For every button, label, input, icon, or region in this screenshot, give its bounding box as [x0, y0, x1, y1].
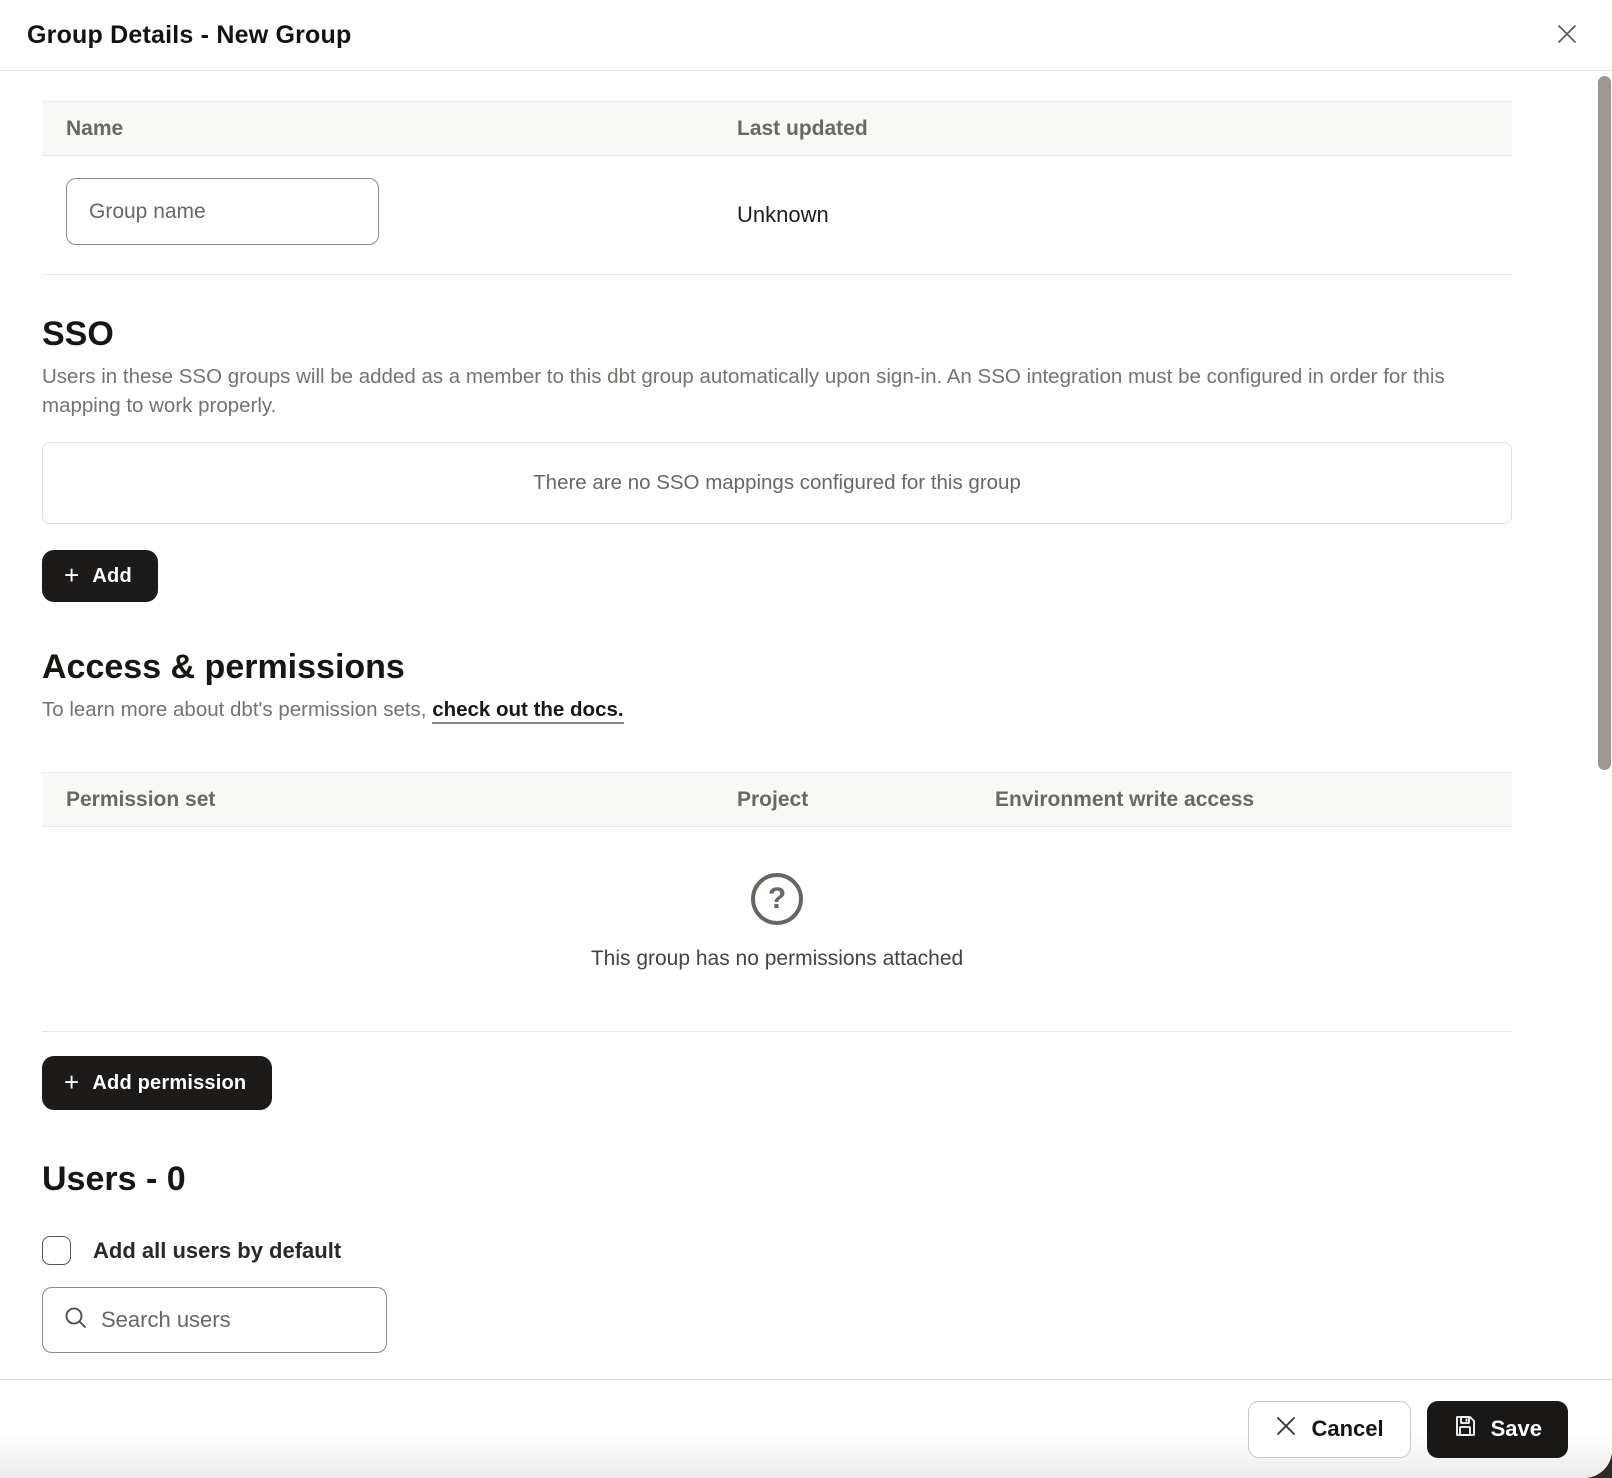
column-header-last-updated: Last updated	[737, 117, 868, 141]
question-mark-glyph: ?	[768, 882, 786, 916]
close-button[interactable]	[1546, 14, 1588, 56]
column-header-permission-set: Permission set	[66, 788, 215, 812]
add-sso-button-label: Add	[92, 565, 131, 588]
last-updated-value: Unknown	[737, 202, 829, 228]
docs-link[interactable]: check out the docs.	[432, 698, 623, 724]
question-mark-icon: ?	[751, 873, 803, 925]
permissions-description-text: To learn more about dbt's permission set…	[42, 698, 432, 721]
group-details-modal: Group Details - New Group Name Last upda…	[0, 0, 1612, 1478]
search-users-input[interactable]	[101, 1307, 371, 1333]
sso-empty-state: There are no SSO mappings configured for…	[42, 442, 1512, 524]
sso-heading: SSO	[42, 315, 1512, 353]
add-permission-button-label: Add permission	[92, 1072, 246, 1095]
add-all-users-row: Add all users by default	[42, 1236, 1512, 1265]
search-icon	[43, 1305, 89, 1336]
permissions-heading: Access & permissions	[42, 648, 1512, 686]
sso-empty-message: There are no SSO mappings configured for…	[533, 471, 1021, 495]
column-header-environment-write-access: Environment write access	[995, 788, 1254, 812]
vertical-scrollbar[interactable]	[1598, 76, 1611, 770]
permissions-empty-message: This group has no permissions attached	[591, 945, 963, 973]
column-header-project: Project	[737, 788, 808, 812]
save-floppy-icon	[1453, 1414, 1477, 1444]
plus-icon: +	[64, 562, 79, 588]
add-all-users-label: Add all users by default	[93, 1238, 341, 1264]
column-header-name: Name	[66, 117, 123, 141]
modal-footer: Cancel Save	[0, 1379, 1612, 1478]
modal-header: Group Details - New Group	[0, 0, 1612, 71]
permissions-description: To learn more about dbt's permission set…	[42, 696, 1512, 724]
permissions-empty-state: ? This group has no permissions attached	[42, 827, 1512, 1032]
sso-description: Users in these SSO groups will be added …	[42, 363, 1510, 420]
cancel-x-icon	[1275, 1415, 1297, 1443]
name-table-header: Name Last updated	[42, 101, 1512, 156]
cancel-button-label: Cancel	[1311, 1416, 1383, 1442]
group-name-input[interactable]	[66, 178, 379, 245]
users-heading: Users - 0	[42, 1160, 1512, 1198]
page-title: Group Details - New Group	[27, 21, 351, 50]
add-sso-mapping-button[interactable]: + Add	[42, 550, 158, 602]
close-icon	[1555, 22, 1579, 49]
permissions-table-header: Permission set Project Environment write…	[42, 772, 1512, 827]
add-permission-button[interactable]: + Add permission	[42, 1056, 272, 1110]
add-all-users-checkbox[interactable]	[42, 1236, 71, 1265]
cancel-button[interactable]: Cancel	[1248, 1401, 1410, 1458]
name-table-row: Unknown	[42, 156, 1512, 275]
save-button-label: Save	[1491, 1416, 1542, 1442]
search-users-box	[42, 1287, 387, 1353]
plus-icon: +	[64, 1069, 79, 1095]
save-button[interactable]: Save	[1427, 1401, 1568, 1458]
modal-content: Name Last updated Unknown SSO Users in t…	[0, 71, 1612, 1353]
